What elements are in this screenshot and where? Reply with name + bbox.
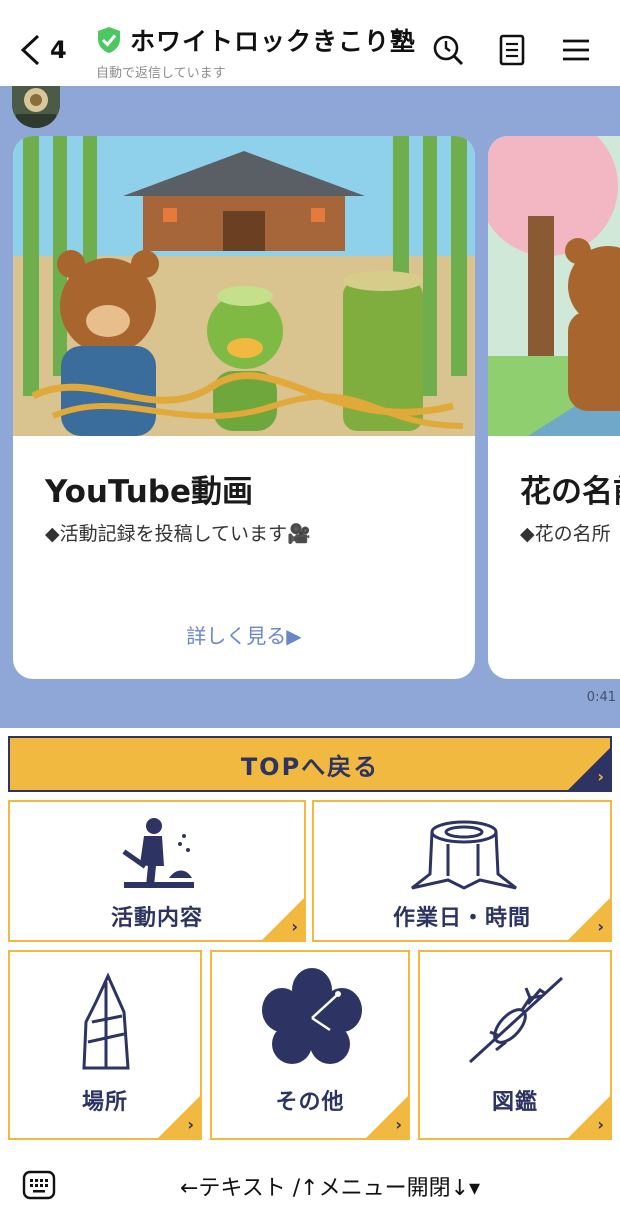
chevron-right-icon: › [291,917,298,936]
card-title: YouTube動画 [45,474,253,510]
card-description: ◆活動記録を投稿しています🎥 [45,523,311,545]
notes-button[interactable] [492,30,532,70]
search-button[interactable] [428,30,468,70]
rich-menu: TOPへ戻る › 活動内容 › 作業日・時間 › 場所 › その他 › 図鑑 › [0,728,620,1148]
stag-beetle-icon [468,976,564,1064]
menu-tile-schedule[interactable]: 作業日・時間 › [312,800,612,942]
menu-button[interactable] [556,30,596,70]
menu-toggle-label[interactable]: ←テキスト /↑メニュー開閉↓▾ [180,1170,480,1202]
card-detail-link[interactable]: 詳しく見る▶ [13,620,475,649]
top-return-label: TOPへ戻る [240,752,380,781]
chevron-right-icon: › [597,1115,604,1134]
chevron-right-icon: › [597,917,604,936]
menu-tile-guide[interactable]: 図鑑 › [418,950,612,1140]
shield-check-icon [96,26,122,54]
chevron-right-icon: › [597,767,604,786]
menu-tile-activities[interactable]: 活動内容 › [8,800,306,942]
chat-title: ホワイトロックきこり塾 [130,27,417,56]
back-button[interactable]: 4 [18,30,67,70]
tile-label: 作業日・時間 [392,906,531,931]
auto-reply-status: 自動で返信しています [96,66,226,81]
avatar[interactable] [12,86,60,128]
chat-header: 4 ホワイトロックきこり塾 自動で返信しています [0,0,620,86]
tile-label: 活動内容 [110,906,203,931]
menu-tile-place[interactable]: 場所 › [8,950,202,1140]
chevron-right-icon: › [395,1115,402,1134]
carousel-card-flowers[interactable]: 花の名前 ◆花の名所 [488,136,620,679]
tree-stump-icon [411,820,517,890]
bottom-bar: ←テキスト /↑メニュー開閉↓▾ [0,1148,620,1232]
card-description: ◆花の名所 [520,523,611,545]
message-timestamp: 0:41 [586,690,616,705]
search-history-icon [433,35,464,66]
chat-title-area[interactable]: ホワイトロックきこり塾 自動で返信しています [96,22,416,81]
chevron-right-icon: › [187,1115,194,1134]
card-image-sakura [488,136,620,436]
keyboard-icon[interactable] [22,1168,56,1202]
chat-area[interactable]: YouTube動画 ◆活動記録を投稿しています🎥 詳しく見る▶ 花の名前 ◆花の… [0,86,620,728]
hibiscus-flower-icon [262,968,362,1064]
digging-person-icon [122,818,194,888]
menu-tile-other[interactable]: その他 › [210,950,410,1140]
top-return-button[interactable]: TOPへ戻る › [8,736,612,792]
carousel-card-youtube[interactable]: YouTube動画 ◆活動記録を投稿しています🎥 詳しく見る▶ [13,136,475,679]
card-title: 花の名前 [520,474,620,510]
back-chevron-icon [20,34,40,66]
card-image-dojo [13,136,475,436]
hamburger-menu-icon [563,39,589,61]
bamboo-shoot-icon [82,972,130,1070]
notes-icon [499,34,525,66]
unread-count: 4 [50,36,67,64]
